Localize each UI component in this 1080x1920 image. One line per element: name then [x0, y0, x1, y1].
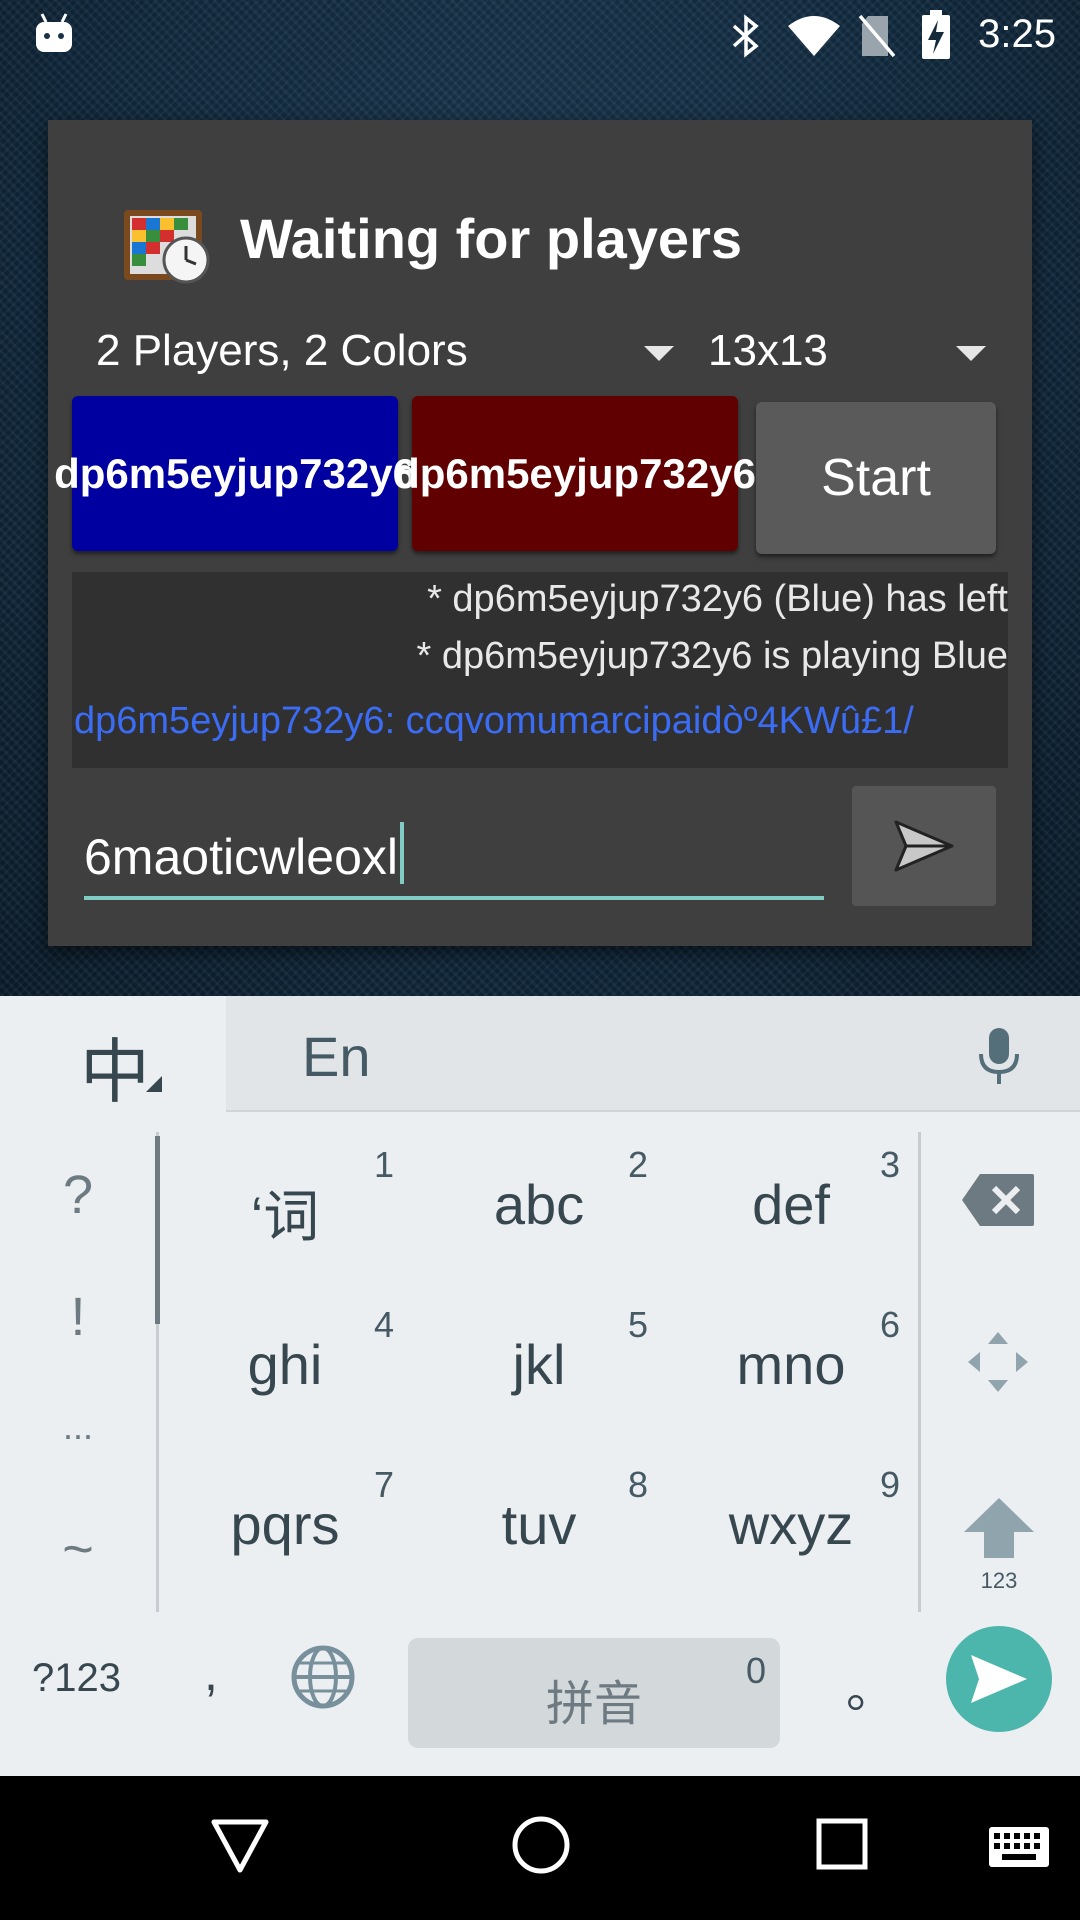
keyboard-candidate-bar: En — [226, 996, 1080, 1112]
backspace-icon[interactable] — [960, 1172, 1036, 1228]
symbol-key-ellipsis[interactable]: ... — [30, 1406, 126, 1448]
status-time: 3:25 — [978, 12, 1056, 56]
cursor-move-icon[interactable] — [966, 1330, 1030, 1394]
wifi-icon — [788, 16, 840, 56]
blue-player-button[interactable]: dp6m5eyjup732y6 — [54, 396, 416, 551]
t9-key-number: 6 — [879, 1304, 900, 1345]
t9-key-number: 7 — [373, 1464, 394, 1505]
t9-key-label: tuv — [501, 1493, 577, 1556]
period-key[interactable]: 。 — [846, 1650, 896, 1722]
waiting-dialog: Waiting for players 2 Players, 2 Colors … — [48, 120, 1032, 946]
english-mode-key[interactable]: En — [302, 1024, 371, 1089]
globe-icon[interactable] — [290, 1644, 356, 1710]
t9-key-number: 1 — [373, 1144, 394, 1185]
t9-key-number: 9 — [879, 1464, 900, 1505]
symbols-switch-key[interactable]: ?123 — [32, 1656, 121, 1701]
language-switch-key[interactable]: 中 — [80, 1016, 162, 1117]
dialog-title: Waiting for players — [240, 207, 743, 270]
shift-arrow-icon — [964, 1498, 1034, 1558]
shift-key-label: 123 — [980, 1568, 1018, 1593]
keyboard-switch-icon[interactable] — [988, 1826, 1050, 1868]
t9-key-3[interactable]: def 3 — [666, 1132, 916, 1282]
t9-key-label: jkl — [512, 1333, 566, 1396]
t9-key-label: ghi — [247, 1333, 323, 1396]
t9-key-5[interactable]: jkl 5 — [414, 1292, 664, 1442]
dropdown-arrow-icon — [644, 346, 674, 361]
t9-key-8[interactable]: tuv 8 — [414, 1452, 664, 1602]
text-cursor — [400, 822, 405, 884]
chat-user-message: dp6m5eyjup732y6: ccqvomumarcipaidòº4KWû£… — [74, 700, 914, 742]
t9-key-2[interactable]: abc 2 — [414, 1132, 664, 1282]
home-icon[interactable] — [510, 1814, 572, 1876]
symbol-key-question[interactable]: ? — [30, 1164, 126, 1226]
chat-message-value: 6maoticwleoxl — [84, 829, 399, 885]
t9-key-number: 5 — [627, 1304, 648, 1345]
app-logo-icon — [124, 210, 210, 284]
navigation-bar — [0, 1776, 1080, 1920]
t9-key-label: wxyz — [728, 1493, 854, 1556]
status-bar: 3:25 — [0, 0, 1080, 72]
chat-message-input[interactable]: 6maoticwleoxl — [84, 822, 405, 886]
send-button[interactable] — [852, 786, 996, 906]
t9-key-label: ‘词 — [250, 1185, 320, 1248]
board-size-value: 13x13 — [708, 326, 828, 375]
microphone-icon[interactable] — [976, 1026, 1022, 1086]
chat-system-message: * dp6m5eyjup732y6 is playing Blue — [416, 635, 1008, 677]
symbol-key-tilde[interactable]: ~ — [30, 1518, 126, 1580]
input-underline — [84, 896, 824, 900]
language-switch-label: 中 — [80, 1033, 150, 1111]
start-button[interactable]: Start — [756, 402, 996, 554]
t9-key-label: mno — [736, 1333, 846, 1396]
t9-key-number: 8 — [627, 1464, 648, 1505]
space-key-label: 拼音 — [545, 1678, 642, 1731]
t9-key-number: 3 — [879, 1144, 900, 1185]
shift-key[interactable]: 123 — [960, 1496, 1038, 1596]
recents-icon[interactable] — [816, 1818, 868, 1870]
comma-key[interactable]: , — [204, 1644, 218, 1702]
battery-charging-icon — [922, 10, 950, 59]
t9-key-7[interactable]: pqrs 7 — [160, 1452, 410, 1602]
send-arrow-icon — [971, 1655, 1027, 1703]
dropdown-arrow-icon — [956, 346, 986, 361]
chat-message-field[interactable]: 6maoticwleoxl — [84, 800, 824, 910]
space-key-number: 0 — [745, 1650, 766, 1691]
android-debug-icon — [36, 13, 72, 52]
chat-log[interactable]: * dp6m5eyjup732y6 (Blue) has left * dp6m… — [72, 572, 1008, 768]
t9-key-label: abc — [493, 1173, 585, 1236]
back-icon[interactable] — [210, 1818, 270, 1874]
t9-key-4[interactable]: ghi 4 — [160, 1292, 410, 1442]
keyboard-lang-area: 中 — [0, 996, 226, 1112]
no-sim-icon — [858, 14, 896, 58]
soft-keyboard: 中 En ? ! ... ~ ‘词 1 abc 2 def 3 ghi 4 jk… — [0, 996, 1080, 1776]
board-size-dropdown[interactable]: 13x13 — [708, 316, 1008, 386]
space-key[interactable]: 拼音 0 — [408, 1638, 780, 1748]
symbol-key-exclamation[interactable]: ! — [30, 1286, 126, 1348]
red-player-button[interactable]: dp6m5eyjup732y6 — [394, 396, 756, 551]
players-colors-value: 2 Players, 2 Colors — [96, 326, 468, 375]
t9-key-6[interactable]: mno 6 — [666, 1292, 916, 1442]
enter-send-key[interactable] — [946, 1626, 1052, 1732]
t9-key-label: pqrs — [230, 1493, 340, 1556]
players-colors-dropdown[interactable]: 2 Players, 2 Colors — [96, 316, 696, 386]
chat-system-message: * dp6m5eyjup732y6 (Blue) has left — [427, 578, 1008, 620]
keyboard-divider — [918, 1132, 921, 1612]
send-icon — [894, 820, 954, 872]
t9-key-1[interactable]: ‘词 1 — [160, 1132, 410, 1282]
t9-key-number: 4 — [373, 1304, 394, 1345]
t9-key-9[interactable]: wxyz 9 — [666, 1452, 916, 1602]
t9-key-number: 2 — [627, 1144, 648, 1185]
t9-key-label: def — [752, 1173, 830, 1236]
corner-triangle-icon — [146, 1076, 162, 1092]
bluetooth-icon — [732, 14, 759, 58]
